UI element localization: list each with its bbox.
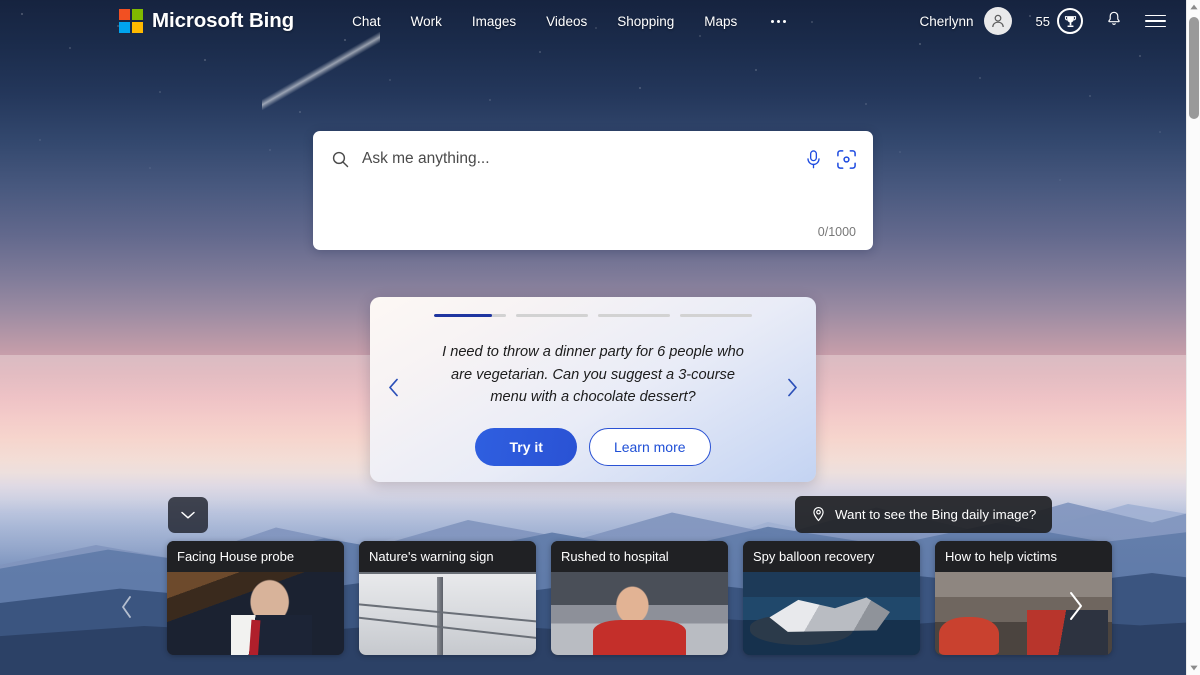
character-counter: 0/1000 bbox=[817, 225, 856, 239]
nav-item-videos[interactable]: Videos bbox=[531, 8, 602, 35]
news-card-thumbnail bbox=[551, 572, 728, 655]
chevron-right-icon bbox=[1070, 592, 1082, 620]
bing-daily-image-label: Want to see the Bing daily image? bbox=[835, 507, 1037, 522]
news-card-title: Facing House probe bbox=[167, 541, 344, 572]
chevron-down-icon bbox=[181, 511, 195, 519]
search-box-top-row bbox=[313, 131, 873, 187]
scrollbar-thumb[interactable] bbox=[1189, 17, 1199, 119]
nav-overflow-ellipsis-icon[interactable] bbox=[759, 14, 798, 29]
news-card[interactable]: Rushed to hospital bbox=[551, 541, 728, 655]
carousel-progress-1[interactable] bbox=[434, 314, 506, 318]
news-card-title: Rushed to hospital bbox=[551, 541, 728, 572]
primary-nav: Chat Work Images Videos Shopping Maps bbox=[337, 8, 798, 35]
page-scrollbar[interactable] bbox=[1186, 0, 1200, 675]
chevron-left-icon bbox=[389, 378, 398, 396]
triangle-up-icon bbox=[1190, 4, 1198, 10]
news-carousel: Facing House probe Nature's warning sign… bbox=[0, 541, 1186, 675]
suggestion-carousel-card: I need to throw a dinner party for 6 peo… bbox=[370, 297, 816, 482]
nav-item-shopping[interactable]: Shopping bbox=[602, 8, 689, 35]
nav-item-chat[interactable]: Chat bbox=[337, 8, 396, 35]
search-box[interactable]: 0/1000 bbox=[313, 131, 873, 250]
search-input[interactable] bbox=[362, 150, 804, 168]
nav-item-maps[interactable]: Maps bbox=[689, 8, 752, 35]
nav-item-images[interactable]: Images bbox=[457, 8, 531, 35]
news-card-row: Facing House probe Nature's warning sign… bbox=[167, 541, 1112, 655]
triangle-down-icon bbox=[1190, 665, 1198, 671]
news-card[interactable]: Spy balloon recovery bbox=[743, 541, 920, 655]
rewards-points-count: 55 bbox=[1035, 13, 1050, 29]
person-icon bbox=[991, 14, 1004, 28]
bell-icon bbox=[1108, 11, 1120, 25]
scrollbar-down-button[interactable] bbox=[1187, 661, 1200, 675]
notifications-button[interactable] bbox=[1105, 10, 1123, 33]
carousel-progress-3[interactable] bbox=[598, 314, 670, 318]
news-card[interactable]: Facing House probe bbox=[167, 541, 344, 655]
avatar[interactable] bbox=[983, 7, 1012, 35]
news-card-thumbnail bbox=[167, 572, 344, 655]
brand-logo-link[interactable]: Microsoft Bing bbox=[119, 9, 294, 33]
trophy-icon bbox=[1064, 15, 1076, 27]
search-icon bbox=[332, 151, 349, 167]
news-card-title: How to help victims bbox=[935, 541, 1112, 572]
learn-more-button[interactable]: Learn more bbox=[588, 427, 711, 466]
scrollbar-up-button[interactable] bbox=[1187, 0, 1200, 14]
chevron-left-icon bbox=[122, 596, 131, 618]
microphone-icon[interactable] bbox=[804, 149, 823, 170]
nav-item-work[interactable]: Work bbox=[396, 8, 457, 35]
user-name-label: Cherlynn bbox=[919, 13, 974, 29]
brand-title: Microsoft Bing bbox=[152, 9, 295, 32]
news-card-thumbnail bbox=[359, 572, 536, 655]
news-card-thumbnail bbox=[743, 572, 920, 655]
carousel-progress-indicators bbox=[370, 297, 816, 318]
news-carousel-prev-button[interactable] bbox=[117, 592, 137, 629]
suggestion-actions: Try it Learn more bbox=[370, 427, 816, 466]
search-action-icons bbox=[804, 149, 857, 170]
carousel-next-button[interactable] bbox=[785, 376, 800, 403]
chevron-right-icon bbox=[788, 378, 797, 396]
top-header: Microsoft Bing Chat Work Images Videos S… bbox=[0, 0, 1186, 42]
news-card-title: Nature's warning sign bbox=[359, 541, 536, 572]
news-card[interactable]: Nature's warning sign bbox=[359, 541, 536, 655]
visual-search-icon[interactable] bbox=[836, 149, 857, 170]
news-carousel-next-button[interactable] bbox=[1063, 586, 1089, 635]
carousel-progress-2[interactable] bbox=[516, 314, 588, 318]
shooting-star bbox=[262, 32, 380, 110]
header-right-cluster: Cherlynn 55 bbox=[920, 7, 1187, 35]
microsoft-logo-icon bbox=[119, 9, 143, 33]
carousel-prev-button[interactable] bbox=[386, 376, 401, 403]
main-menu-button[interactable] bbox=[1145, 14, 1166, 28]
carousel-progress-4[interactable] bbox=[680, 314, 752, 318]
news-card-title: Spy balloon recovery bbox=[743, 541, 920, 572]
location-pin-icon bbox=[813, 506, 824, 522]
suggestion-prompt-text: I need to throw a dinner party for 6 peo… bbox=[442, 344, 744, 406]
collapse-feed-button[interactable] bbox=[168, 497, 208, 533]
bing-homepage: Microsoft Bing Chat Work Images Videos S… bbox=[0, 0, 1200, 675]
rewards-button[interactable] bbox=[1057, 8, 1083, 34]
bing-daily-image-button[interactable]: Want to see the Bing daily image? bbox=[795, 496, 1053, 533]
try-it-button[interactable]: Try it bbox=[475, 427, 577, 466]
